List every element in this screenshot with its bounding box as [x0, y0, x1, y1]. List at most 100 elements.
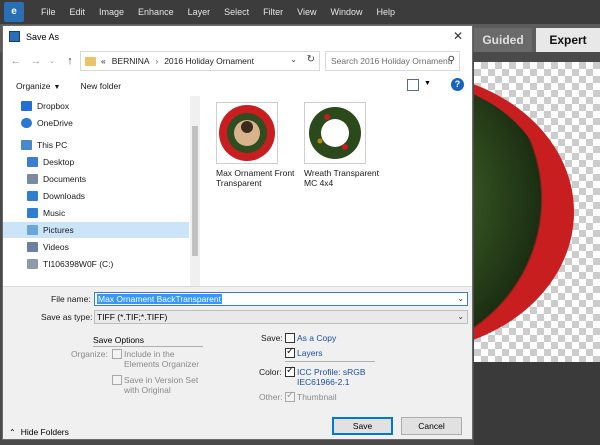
- divider: [285, 361, 375, 362]
- nav-item-desktop[interactable]: Desktop: [3, 154, 189, 170]
- wreath-thumbnail-icon: [309, 107, 361, 159]
- app-icon: [9, 31, 20, 42]
- menu-select[interactable]: Select: [217, 7, 256, 17]
- nav-label: Dropbox: [37, 101, 70, 111]
- file-item-max-ornament[interactable]: Max Ornament Front Transparent: [216, 102, 302, 202]
- file-name-input[interactable]: Max Ornament BackTransparent ⌄: [94, 292, 468, 306]
- nav-label: Desktop: [43, 157, 75, 167]
- nav-scrollbar-thumb[interactable]: [192, 126, 198, 256]
- nav-label: OneDrive: [37, 118, 73, 128]
- nav-item-onedrive[interactable]: OneDrive: [3, 115, 189, 131]
- breadcrumb-bernina[interactable]: BERNINA: [112, 56, 150, 66]
- address-bar[interactable]: « BERNINA › 2016 Holiday Ornament ⌄ ↻: [80, 51, 320, 71]
- breadcrumb-overflow[interactable]: «: [101, 56, 106, 66]
- music-icon: [27, 208, 38, 218]
- menu-image[interactable]: Image: [92, 7, 131, 17]
- as-a-copy-checkbox[interactable]: [285, 333, 295, 343]
- nav-item-this-pc[interactable]: This PC: [3, 137, 189, 153]
- new-folder-button[interactable]: New folder: [80, 81, 121, 91]
- file-thumbnail: [304, 102, 366, 164]
- breadcrumb-separator-icon: ›: [155, 56, 159, 66]
- chevron-down-icon[interactable]: ⌄: [457, 293, 464, 305]
- forward-arrow-icon[interactable]: →: [29, 55, 43, 67]
- as-a-copy-label: As a Copy: [297, 333, 337, 343]
- save-button[interactable]: Save: [332, 417, 393, 435]
- save-as-type-label: Save as type:: [41, 312, 93, 322]
- app-menubar: e File Edit Image Enhance Layer Select F…: [0, 0, 600, 24]
- nav-item-music[interactable]: Music: [3, 205, 189, 221]
- nav-item-drive-c[interactable]: TI106398W0F (C:): [3, 256, 189, 272]
- pictures-icon: [27, 225, 38, 235]
- nav-item-pictures[interactable]: Pictures: [3, 222, 189, 238]
- nav-label: Downloads: [43, 191, 86, 201]
- address-dropdown-icon[interactable]: ⌄: [290, 55, 297, 64]
- up-arrow-icon[interactable]: ↑: [63, 55, 77, 67]
- recent-dropdown-icon[interactable]: ⌄: [45, 57, 59, 65]
- nav-item-documents[interactable]: Documents: [3, 171, 189, 187]
- file-item-wreath[interactable]: Wreath Transparent MC 4x4: [304, 102, 390, 202]
- navigation-pane: Dropbox OneDrive This PC Desktop Documen…: [3, 96, 200, 286]
- navigation-bar: ← → ⌄ ↑ « BERNINA › 2016 Holiday Ornamen…: [3, 49, 472, 73]
- nav-label: Pictures: [43, 225, 74, 235]
- hide-folders-button[interactable]: ⌃ Hide Folders: [9, 427, 69, 437]
- dialog-toolbar: Organize ▼ New folder ▼ ?: [3, 76, 472, 96]
- thumbnail-label: Thumbnail: [297, 392, 337, 402]
- view-dropdown-icon[interactable]: ▼: [424, 80, 431, 87]
- menu-filter[interactable]: Filter: [256, 7, 290, 17]
- file-label: Max Ornament Front Transparent: [216, 168, 295, 188]
- include-organizer-checkbox[interactable]: [112, 349, 122, 359]
- dialog-titlebar[interactable]: Save As: [3, 26, 472, 47]
- menu-help[interactable]: Help: [369, 7, 402, 17]
- menu-edit[interactable]: Edit: [63, 7, 93, 17]
- menu-enhance[interactable]: Enhance: [131, 7, 181, 17]
- nav-item-videos[interactable]: Videos: [3, 239, 189, 255]
- view-options-icon[interactable]: [407, 79, 419, 91]
- file-name-value: Max Ornament BackTransparent: [97, 294, 222, 304]
- mode-tab-guided[interactable]: Guided: [474, 28, 532, 52]
- search-input[interactable]: Search 2016 Holiday Ornament ⚲: [325, 51, 460, 71]
- menu-layer[interactable]: Layer: [181, 7, 218, 17]
- nav-item-dropbox[interactable]: Dropbox: [3, 98, 189, 114]
- layers-checkbox[interactable]: [285, 346, 295, 358]
- image-canvas[interactable]: [474, 62, 600, 362]
- thumbnail-checkbox[interactable]: [285, 390, 295, 402]
- organize-button[interactable]: Organize ▼: [16, 81, 60, 91]
- layers-label: Layers: [297, 348, 323, 358]
- version-set-checkbox[interactable]: [112, 375, 122, 385]
- help-icon[interactable]: ?: [451, 78, 464, 91]
- nav-label: Music: [43, 208, 66, 218]
- icc-profile-checkbox[interactable]: [285, 365, 295, 377]
- nav-label: TI106398W0F (C:): [43, 259, 114, 269]
- save-options-title: Save Options: [93, 335, 145, 345]
- menu-file[interactable]: File: [34, 7, 63, 17]
- divider: [93, 346, 203, 347]
- save-form: File name: Max Ornament BackTransparent …: [3, 286, 472, 439]
- breadcrumb-holiday-ornament[interactable]: 2016 Holiday Ornament: [164, 56, 254, 66]
- nav-label: This PC: [37, 140, 68, 150]
- cancel-button[interactable]: Cancel: [401, 417, 462, 435]
- chevron-down-icon[interactable]: ⌄: [457, 311, 464, 323]
- downloads-icon: [27, 191, 38, 201]
- color-option-label: Color:: [259, 367, 282, 377]
- back-arrow-icon[interactable]: ←: [9, 55, 23, 67]
- nav-item-downloads[interactable]: Downloads: [3, 188, 189, 204]
- menu-view[interactable]: View: [290, 7, 323, 17]
- save-as-dialog: Save As ✕ ← → ⌄ ↑ « BERNINA › 2016 Holid…: [2, 25, 473, 440]
- folder-icon: [85, 56, 96, 66]
- file-list: Max Ornament Front Transparent Wreath Tr…: [200, 96, 472, 286]
- documents-icon: [27, 174, 38, 184]
- version-set-label: Save in Version Set with Original: [124, 375, 199, 395]
- ornament-thumbnail-icon: [219, 105, 275, 161]
- icc-profile-label: ICC Profile: sRGB IEC61966-2.1: [297, 367, 366, 387]
- close-icon[interactable]: ✕: [450, 29, 466, 43]
- search-placeholder: Search 2016 Holiday Ornament: [331, 56, 451, 66]
- app-panel-bin: [474, 362, 600, 445]
- dropbox-icon: [21, 101, 32, 111]
- mode-tab-expert[interactable]: Expert: [536, 28, 600, 52]
- app-logo-icon: e: [4, 2, 24, 22]
- other-option-label: Other:: [259, 392, 283, 402]
- save-as-type-select[interactable]: TIFF (*.TIF;*.TIFF) ⌄: [94, 310, 468, 324]
- refresh-icon[interactable]: ↻: [307, 54, 315, 65]
- menu-window[interactable]: Window: [323, 7, 369, 17]
- save-option-label: Save:: [261, 333, 283, 343]
